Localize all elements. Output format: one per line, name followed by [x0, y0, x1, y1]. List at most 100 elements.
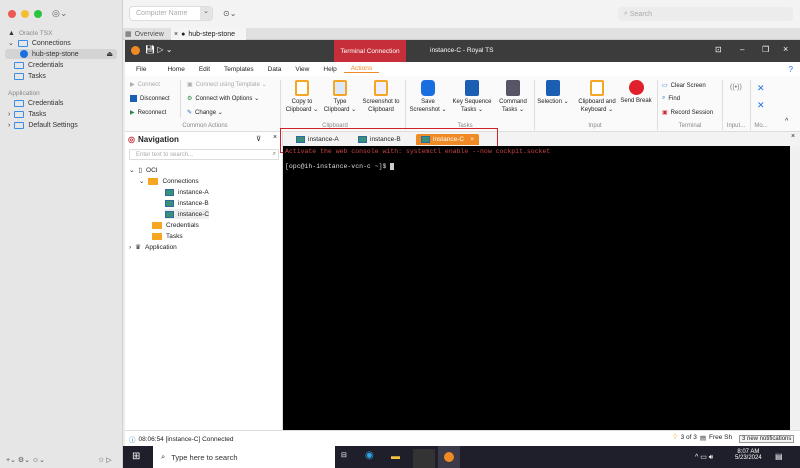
search-icon: ⌕: [161, 452, 166, 461]
favorite-icon[interactable]: ☆ ▷: [98, 456, 112, 464]
save-icon[interactable]: 💾︎ ▷ ⌄: [145, 45, 172, 54]
label: instance-C: [178, 210, 210, 218]
label: OCI: [146, 166, 158, 174]
sidebar-item-tasks[interactable]: Tasks: [14, 71, 46, 81]
eject-icon[interactable]: ⏏: [106, 50, 113, 58]
sidebar-item-connections[interactable]: ⌄ Connections: [8, 38, 71, 48]
minimize-icon[interactable]: –: [740, 45, 744, 54]
file-explorer-icon[interactable]: ▬: [391, 451, 400, 461]
shuffle-icon[interactable]: ✕: [757, 83, 765, 94]
clock-date[interactable]: 5/23/2024: [735, 455, 762, 461]
antenna-icon[interactable]: ((•)): [730, 84, 742, 91]
sidebar-item-default-settings[interactable]: › Default Settings: [8, 120, 78, 130]
notification-center-icon[interactable]: ▤: [775, 452, 783, 461]
copy-clipboard-button[interactable]: Copy to Clipboard ⌄: [285, 80, 319, 114]
find-button[interactable]: ⌕ Find: [662, 95, 680, 102]
tree-item-credentials[interactable]: Credentials: [152, 220, 199, 230]
close-window-button[interactable]: [8, 10, 16, 18]
connect-template-button[interactable]: ▣ Connect using Template ⌄: [187, 81, 267, 88]
tree-item-application[interactable]: › ♛ Application: [129, 242, 177, 252]
terminal-app-icon[interactable]: [413, 449, 435, 468]
connect-options-button[interactable]: ⚙ Connect with Options ⌄: [187, 95, 259, 102]
status-icon[interactable]: ◎⌄: [52, 8, 67, 19]
terminal-output[interactable]: Activate the web console with: systemctl…: [283, 146, 790, 430]
pin-icon[interactable]: ⊽: [256, 135, 261, 143]
tree-item-connections[interactable]: ⌄ Connections: [139, 176, 199, 186]
menu-help[interactable]: Help: [316, 66, 343, 73]
layout-icon[interactable]: ⊡: [715, 45, 722, 54]
options-icon: ⚙: [187, 96, 193, 102]
command-tasks-button[interactable]: Command Tasks ⌄: [495, 80, 531, 114]
tree-item-instance-c[interactable]: instance-C: [165, 209, 210, 219]
menu-data[interactable]: Data: [261, 66, 289, 73]
search-input[interactable]: ⌕ Search: [618, 7, 793, 21]
label: Credentials: [166, 221, 199, 229]
edge-icon[interactable]: ◉: [365, 450, 374, 461]
navigation-search-input[interactable]: Enter text to search... ⌕: [129, 149, 279, 160]
menu-bar: File Home Edit Templates Data View Help …: [125, 62, 800, 76]
close-all-icon[interactable]: ×: [791, 133, 795, 140]
tree-item-instance-b[interactable]: instance-B: [165, 198, 209, 208]
menu-edit[interactable]: Edit: [192, 66, 217, 73]
window-title: instance-C - Royal TS: [430, 47, 494, 54]
type-clipboard-button[interactable]: Type Clipboard ⌄: [323, 80, 357, 114]
zoom-window-button[interactable]: [34, 10, 42, 18]
shuffle-icon[interactable]: ✕: [757, 100, 765, 111]
taskbar-search-input[interactable]: ⌕ Type here to search: [153, 446, 335, 468]
tab-hub-step-stone[interactable]: × ● hub-step-stone: [171, 28, 246, 40]
chevron-down-icon[interactable]: ⌄: [200, 7, 212, 20]
windows-start-icon[interactable]: ⊞: [132, 451, 140, 462]
menu-view[interactable]: View: [288, 66, 316, 73]
collapse-ribbon-icon[interactable]: ^: [785, 118, 788, 125]
sidebar-item-app-tasks[interactable]: › Tasks: [8, 109, 46, 119]
save-screenshot-button[interactable]: Save Screenshot ⌄: [409, 80, 447, 114]
clipboard-keyboard-button[interactable]: Clipboard and Keyboard ⌄: [573, 80, 621, 114]
close-icon[interactable]: ×: [174, 31, 178, 38]
tree-item-tasks[interactable]: Tasks: [152, 231, 183, 241]
label: Type Clipboard ⌄: [323, 99, 357, 113]
terminal-icon: [165, 199, 174, 207]
menu-actions[interactable]: Actions: [343, 65, 380, 73]
selection-button[interactable]: Selection ⌄: [537, 80, 569, 106]
label: hub-step-stone: [188, 30, 236, 38]
disconnect-button[interactable]: Disconnect: [130, 95, 170, 102]
computer-name-input[interactable]: Computer Name ⌄: [129, 6, 213, 21]
minimize-window-button[interactable]: [21, 10, 29, 18]
connect-button[interactable]: ▶ Connect: [130, 81, 160, 89]
tree-item-instance-a[interactable]: instance-A: [165, 187, 209, 197]
clear-screen-button[interactable]: ▭ Clear Screen: [662, 82, 706, 90]
placeholder: Type here to search: [171, 452, 238, 462]
menu-templates[interactable]: Templates: [217, 66, 261, 73]
send-break-button[interactable]: Send Break: [619, 80, 653, 105]
screenshot-clipboard-button[interactable]: Screenshot to Clipboard: [361, 80, 401, 114]
help-icon[interactable]: ?: [782, 65, 800, 74]
sidebar-item-hub-step-stone[interactable]: hub-step-stone ⏏: [5, 49, 117, 59]
stop-hand-icon: [628, 80, 644, 95]
system-tray-icons[interactable]: ^ ▭ 🔊︎: [695, 453, 713, 462]
royal-ts-taskbar-icon[interactable]: [438, 446, 460, 468]
sidebar-item-app-credentials[interactable]: Credentials: [14, 98, 63, 108]
sidebar-item-credentials[interactable]: Credentials: [14, 60, 63, 70]
placeholder: Search: [629, 10, 653, 18]
task-view-icon[interactable]: ⊟: [341, 451, 347, 459]
label: Save Screenshot ⌄: [409, 99, 447, 113]
tree-item-oci[interactable]: ⌄ ▯ OCI: [129, 165, 158, 175]
change-button[interactable]: ✎ Change ⌄: [187, 109, 223, 116]
reconnect-button[interactable]: ▶ Reconnect: [130, 109, 166, 117]
folder-icon: [152, 232, 162, 240]
placeholder: Enter text to search...: [136, 151, 194, 158]
play-icon[interactable]: ⊙⌄: [223, 9, 236, 18]
scrollbar[interactable]: [790, 146, 800, 430]
record-session-button[interactable]: ▣ Record Session: [662, 109, 713, 117]
label: instance-A: [178, 188, 209, 196]
menu-home[interactable]: Home: [153, 66, 191, 73]
add-icon[interactable]: +⌄ ⚙⌄ ☺⌄: [6, 456, 45, 464]
tab-overview[interactable]: ▦ Overview: [125, 29, 169, 39]
close-icon[interactable]: ×: [273, 134, 277, 141]
notification-count[interactable]: 3 of 3: [681, 434, 697, 442]
restore-icon[interactable]: ❐: [762, 45, 769, 54]
key-sequence-button[interactable]: Key Sequence Tasks ⌄: [451, 80, 493, 114]
search-icon: ⌕: [662, 95, 666, 101]
close-icon[interactable]: ×: [783, 44, 788, 54]
menu-file[interactable]: File: [125, 66, 153, 73]
